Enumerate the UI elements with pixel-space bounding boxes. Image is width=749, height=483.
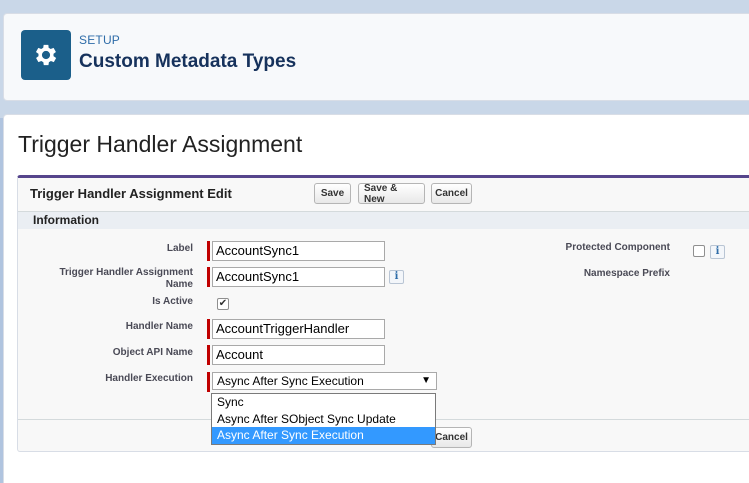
is-active-label: Is Active bbox=[152, 296, 193, 307]
dropdown-option[interactable]: Async After SObject Sync Update bbox=[212, 411, 435, 428]
handler-name-input[interactable]: AccountTriggerHandler bbox=[212, 319, 385, 339]
name-input[interactable]: AccountSync1 bbox=[212, 267, 385, 287]
breadcrumb: SETUP bbox=[79, 33, 121, 47]
protected-component-checkbox[interactable] bbox=[693, 245, 705, 257]
record-title: Trigger Handler Assignment bbox=[18, 131, 303, 157]
save-button[interactable]: Save bbox=[314, 183, 351, 204]
page-title: Custom Metadata Types bbox=[79, 51, 297, 72]
label-input[interactable]: AccountSync1 bbox=[212, 241, 385, 261]
save-and-new-button[interactable]: Save & New bbox=[358, 183, 425, 205]
object-api-name-label: Object API Name bbox=[112, 347, 193, 358]
handler-execution-select[interactable]: Async After Sync Execution ▼ bbox=[212, 372, 437, 390]
handler-name-label: Handler Name bbox=[125, 321, 193, 332]
handler-execution-label: Handler Execution bbox=[105, 373, 193, 384]
dropdown-option[interactable]: Sync bbox=[212, 394, 435, 411]
info-icon[interactable]: i bbox=[710, 245, 725, 259]
info-icon[interactable]: i bbox=[389, 270, 404, 284]
dropdown-option-selected[interactable]: Async After Sync Execution bbox=[212, 427, 435, 444]
section-header: Information bbox=[18, 211, 749, 229]
object-api-name-input[interactable]: Account bbox=[212, 345, 385, 365]
label-field-label: Label bbox=[166, 243, 193, 254]
protected-component-label: Protected Component bbox=[565, 242, 670, 253]
bottom-cancel-button[interactable]: Cancel bbox=[431, 427, 472, 448]
dropdown-arrow-icon: ▼ bbox=[421, 375, 431, 386]
page-header: SETUP Custom Metadata Types bbox=[3, 13, 749, 101]
gear-icon bbox=[21, 30, 71, 80]
section-title: Information bbox=[33, 213, 99, 227]
required-indicator bbox=[207, 241, 210, 261]
required-indicator bbox=[207, 267, 210, 287]
required-indicator bbox=[207, 319, 210, 339]
name-field-label: Trigger Handler Assignment Name bbox=[59, 267, 193, 290]
required-indicator bbox=[207, 345, 210, 365]
required-indicator bbox=[207, 372, 210, 392]
edit-form-title: Trigger Handler Assignment Edit bbox=[30, 186, 232, 201]
namespace-prefix-label: Namespace Prefix bbox=[583, 268, 670, 279]
select-value: Async After Sync Execution bbox=[217, 374, 364, 388]
is-active-checkbox[interactable]: ✔ bbox=[217, 298, 229, 310]
cancel-button[interactable]: Cancel bbox=[431, 183, 472, 204]
handler-execution-dropdown[interactable]: Sync Async After SObject Sync Update Asy… bbox=[211, 393, 436, 445]
